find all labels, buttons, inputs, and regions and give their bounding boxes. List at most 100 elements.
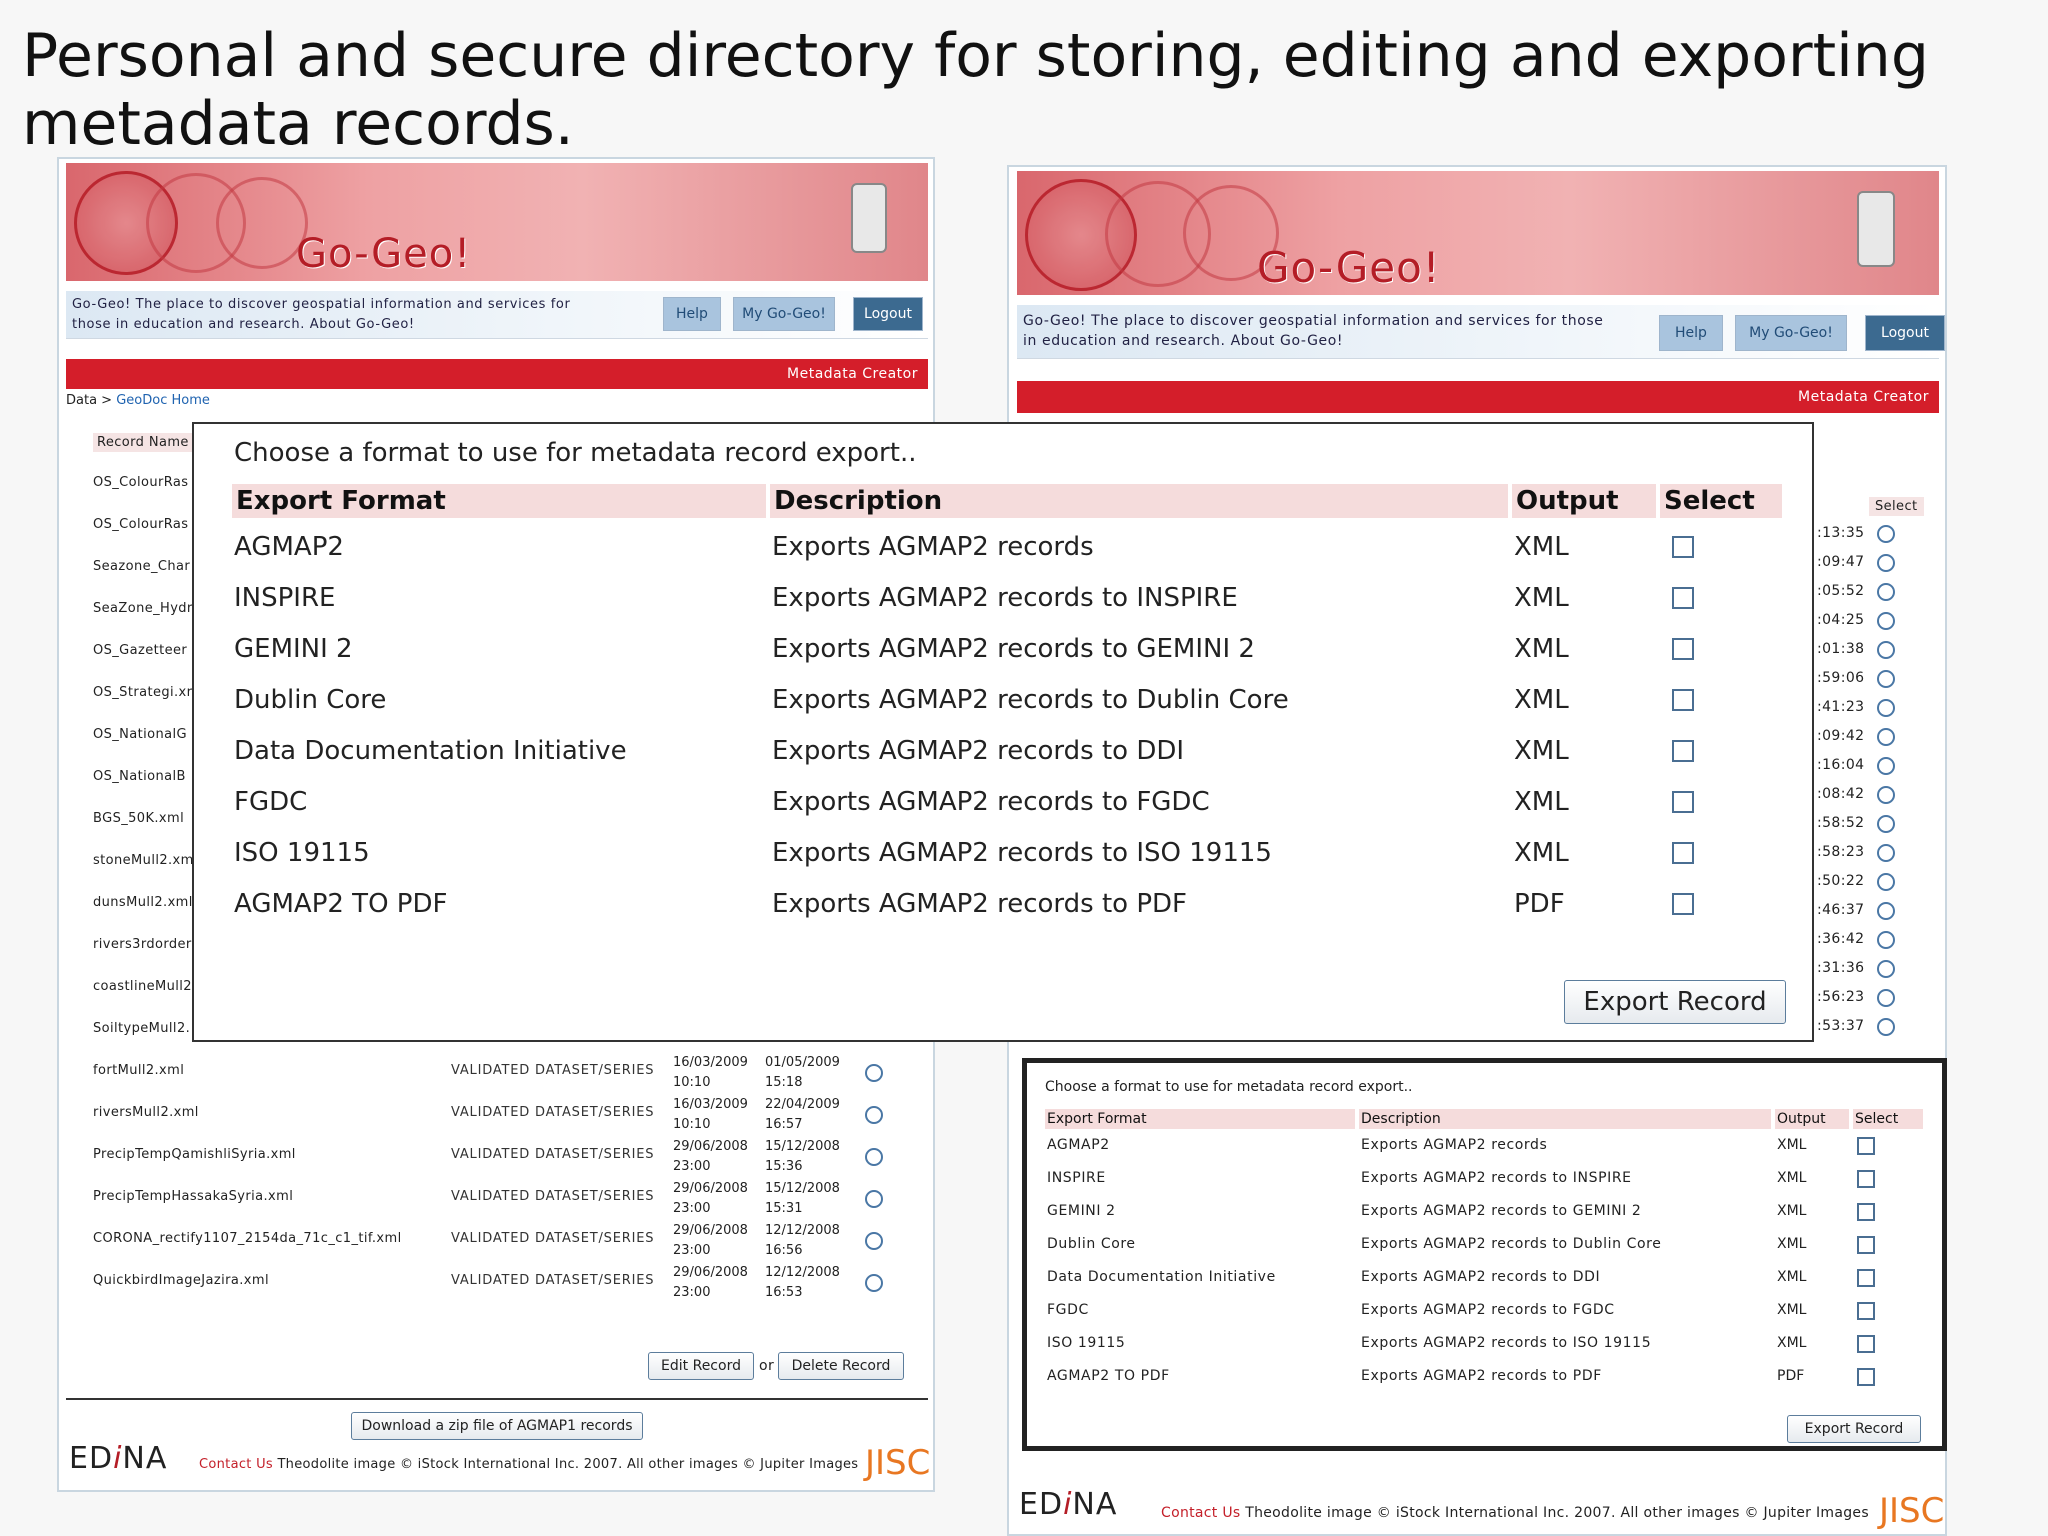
format-select-checkbox[interactable]	[1672, 842, 1694, 864]
format-select-checkbox[interactable]	[1672, 587, 1694, 609]
record-name-partial[interactable]: Seazone_Char	[93, 559, 190, 574]
record-select-radio[interactable]	[1877, 815, 1895, 833]
logout-button[interactable]: Logout	[853, 297, 923, 331]
record-select-radio[interactable]	[1877, 844, 1895, 862]
record-modified: 01/05/2009 15:18	[765, 1053, 840, 1093]
record-name-partial[interactable]: OS_Gazetteer	[93, 643, 187, 658]
format-description: Exports AGMAP2 records to FGDC	[772, 787, 1210, 817]
record-name[interactable]: fortMull2.xml	[93, 1063, 184, 1078]
record-name-partial[interactable]: OS_ColourRas	[93, 517, 188, 532]
header-output: Output	[1512, 484, 1656, 518]
format-select-checkbox[interactable]	[1857, 1368, 1875, 1386]
record-name[interactable]: PrecipTempHassakaSyria.xml	[93, 1189, 293, 1204]
format-description: Exports AGMAP2 records to ISO 19115	[772, 838, 1272, 868]
record-select-radio[interactable]	[1877, 554, 1895, 572]
my-go-geo-button[interactable]: My Go-Geo!	[733, 297, 835, 331]
record-select-radio[interactable]	[1877, 641, 1895, 659]
header-export-format: Export Format	[232, 484, 766, 518]
record-select-radio[interactable]	[1877, 699, 1895, 717]
record-created: 29/06/2008 23:00	[673, 1221, 748, 1261]
contact-us-link[interactable]: Contact Us	[1161, 1505, 1240, 1521]
record-select-radio[interactable]	[1877, 1018, 1895, 1036]
record-select-radio[interactable]	[1877, 786, 1895, 804]
record-name-partial[interactable]: OS_ColourRas	[93, 475, 188, 490]
record-select-radio[interactable]	[865, 1274, 883, 1292]
record-name[interactable]: PrecipTempQamishliSyria.xml	[93, 1147, 296, 1162]
modified-time-partial: :16:04	[1817, 757, 1865, 773]
column-header-record-name: Record Name	[93, 433, 193, 452]
record-select-radio[interactable]	[1877, 525, 1895, 543]
format-select-checkbox[interactable]	[1672, 791, 1694, 813]
record-name-partial[interactable]: OS_Strategi.xr	[93, 685, 192, 700]
record-select-radio[interactable]	[1877, 960, 1895, 978]
export-format-dialog-small: Choose a format to use for metadata reco…	[1022, 1058, 1947, 1451]
record-select-radio[interactable]	[1877, 989, 1895, 1007]
download-zip-button[interactable]: Download a zip file of AGMAP1 records	[351, 1412, 643, 1440]
format-name: FGDC	[234, 787, 308, 817]
export-record-button[interactable]: Export Record	[1787, 1415, 1921, 1443]
record-name-partial[interactable]: SoiltypeMull2.	[93, 1021, 190, 1036]
record-select-radio[interactable]	[865, 1106, 883, 1124]
record-select-radio[interactable]	[865, 1232, 883, 1250]
credit-text: Theodolite image © iStock International …	[277, 1457, 859, 1472]
record-select-radio[interactable]	[1877, 728, 1895, 746]
format-name: GEMINI 2	[234, 634, 353, 664]
format-select-checkbox[interactable]	[1857, 1335, 1875, 1353]
record-select-radio[interactable]	[1877, 612, 1895, 630]
header-output: Output	[1775, 1109, 1849, 1129]
help-button[interactable]: Help	[663, 297, 721, 331]
record-name-partial[interactable]: stoneMull2.xm	[93, 853, 194, 868]
record-select-radio[interactable]	[865, 1148, 883, 1166]
record-name-partial[interactable]: OS_NationalG	[93, 727, 187, 742]
contact-us-link[interactable]: Contact Us	[199, 1457, 273, 1472]
record-select-radio[interactable]	[865, 1190, 883, 1208]
format-output: XML	[1514, 634, 1569, 664]
record-name-partial[interactable]: OS_NationalB	[93, 769, 186, 784]
info-text: Go-Geo! The place to discover geospatial…	[72, 297, 571, 332]
breadcrumb-link-geodoc-home[interactable]: GeoDoc Home	[116, 393, 210, 408]
format-select-checkbox[interactable]	[1672, 638, 1694, 660]
format-description: Exports AGMAP2 records to PDF	[1361, 1368, 1602, 1384]
record-name-partial[interactable]: SeaZone_Hydr	[93, 601, 193, 616]
format-select-checkbox[interactable]	[1857, 1203, 1875, 1221]
format-select-checkbox[interactable]	[1672, 536, 1694, 558]
record-select-radio[interactable]	[865, 1064, 883, 1082]
record-name[interactable]: QuickbirdImageJazira.xml	[93, 1273, 269, 1288]
record-select-radio[interactable]	[1877, 902, 1895, 920]
record-name-partial[interactable]: dunsMull2.xml	[93, 895, 193, 910]
format-output: XML	[1514, 583, 1569, 613]
logout-button[interactable]: Logout	[1865, 315, 1945, 351]
record-name-partial[interactable]: rivers3rdorderM	[93, 937, 203, 952]
format-select-checkbox[interactable]	[1672, 689, 1694, 711]
format-output: XML	[1514, 685, 1569, 715]
format-select-checkbox[interactable]	[1857, 1269, 1875, 1287]
record-select-radio[interactable]	[1877, 931, 1895, 949]
record-select-radio[interactable]	[1877, 583, 1895, 601]
help-button[interactable]: Help	[1659, 315, 1723, 351]
format-output: XML	[1777, 1236, 1807, 1252]
modified-date: 01/05/2009	[765, 1055, 840, 1070]
record-name[interactable]: CORONA_rectify1107_2154da_71c_c1_tif.xml	[93, 1231, 402, 1246]
delete-record-button[interactable]: Delete Record	[778, 1352, 904, 1380]
record-select-radio[interactable]	[1877, 757, 1895, 775]
record-select-radio[interactable]	[1877, 873, 1895, 891]
format-select-checkbox[interactable]	[1857, 1170, 1875, 1188]
format-select-checkbox[interactable]	[1857, 1302, 1875, 1320]
jisc-logo: JISC	[865, 1443, 931, 1483]
record-name-partial[interactable]: BGS_50K.xml	[93, 811, 184, 826]
export-record-button[interactable]: Export Record	[1564, 980, 1786, 1024]
theodolite-icon	[851, 183, 887, 253]
record-select-radio[interactable]	[1877, 670, 1895, 688]
edit-record-button[interactable]: Edit Record	[648, 1352, 754, 1380]
format-select-checkbox[interactable]	[1857, 1236, 1875, 1254]
record-name[interactable]: riversMull2.xml	[93, 1105, 199, 1120]
format-select-checkbox[interactable]	[1672, 893, 1694, 915]
created-time: 23:00	[673, 1285, 711, 1300]
record-name-partial[interactable]: coastlineMull2	[93, 979, 192, 994]
my-go-geo-button[interactable]: My Go-Geo!	[1735, 315, 1847, 351]
format-output: PDF	[1777, 1368, 1805, 1384]
format-select-checkbox[interactable]	[1672, 740, 1694, 762]
format-select-checkbox[interactable]	[1857, 1137, 1875, 1155]
format-name: AGMAP2 TO PDF	[234, 889, 448, 919]
modified-time-partial: :05:52	[1817, 583, 1865, 599]
